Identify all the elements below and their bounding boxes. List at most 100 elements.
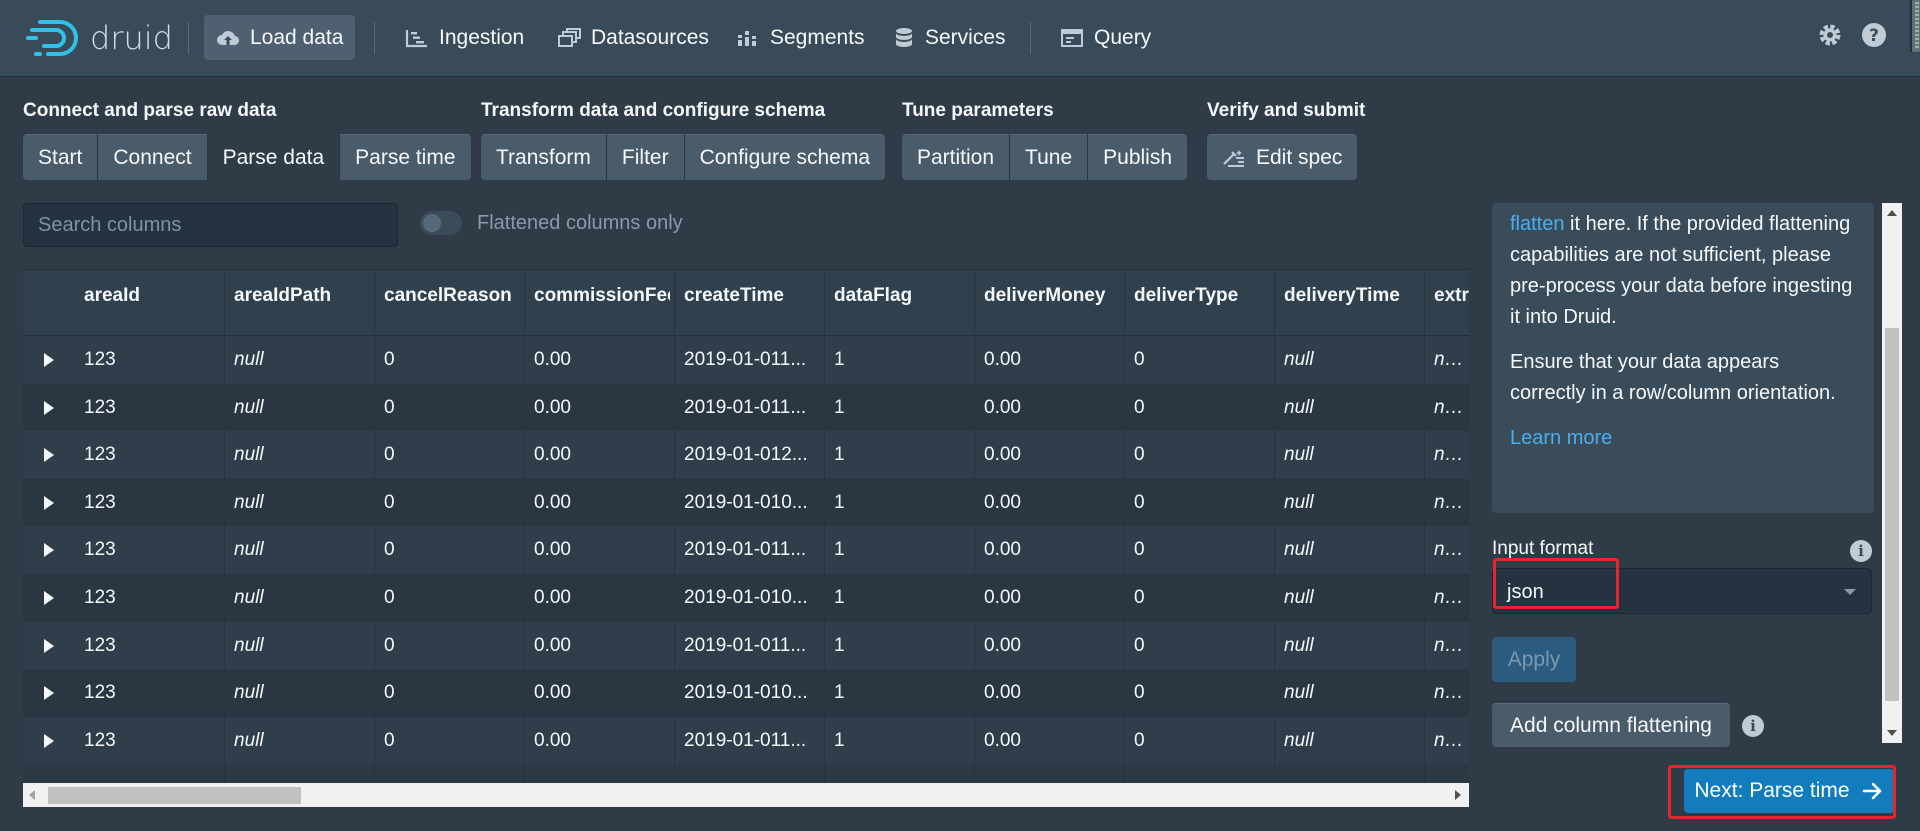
step-parse-data[interactable]: Parse data xyxy=(207,134,340,180)
database-icon xyxy=(896,27,912,47)
table-cell: 0 xyxy=(384,729,395,751)
nav-ingestion-label: Ingestion xyxy=(439,25,525,49)
column-divider xyxy=(1124,270,1125,783)
flattening-info-icon[interactable]: i xyxy=(1742,715,1764,737)
step-connect[interactable]: Connect xyxy=(98,134,207,180)
column-header[interactable]: deliverType xyxy=(1134,285,1274,307)
panel-vertical-scrollbar[interactable] xyxy=(1882,203,1902,743)
table-row[interactable]: 123 null 0 0.00 2019-01-011... 1 0.00 0 null null xyxy=(23,336,1469,384)
table-cell: 123 xyxy=(84,491,116,513)
column-header[interactable]: areaIdPath xyxy=(234,285,374,307)
table-cell: 2019-01-011... xyxy=(684,634,807,656)
table-row[interactable]: 123 null 0 0.00 2019-01-010... 1 0.00 0 null null xyxy=(23,669,1469,717)
column-header[interactable]: createTime xyxy=(684,285,824,307)
column-header[interactable]: deliveryTime xyxy=(1284,285,1424,307)
table-cell: 0.00 xyxy=(534,491,571,513)
column-header[interactable]: commissionFee xyxy=(534,285,670,307)
table-row[interactable]: 123 null 0 0.00 2019-01-011... 1 0.00 0 null null xyxy=(23,621,1469,670)
table-row[interactable]: 123 null 0 0.00 2019-01-010... 1 0.00 0 null null xyxy=(23,478,1469,527)
expand-row-icon[interactable] xyxy=(44,733,54,748)
apply-button[interactable]: Apply xyxy=(1492,637,1576,682)
step-partition[interactable]: Partition xyxy=(902,134,1010,180)
nav-load-data[interactable]: Load data xyxy=(204,15,356,60)
scroll-right-arrow-icon[interactable] xyxy=(1455,790,1461,800)
scrollbar-thumb[interactable] xyxy=(48,787,301,804)
nav-segments[interactable]: Segments xyxy=(724,15,877,60)
learn-more-link[interactable]: Learn more xyxy=(1510,423,1856,454)
expand-row-icon[interactable] xyxy=(44,543,54,558)
nav-ingestion[interactable]: Ingestion xyxy=(393,15,536,60)
expand-row-icon[interactable] xyxy=(44,638,54,653)
settings-button[interactable] xyxy=(1817,22,1843,53)
stacked-chart-icon xyxy=(738,30,756,46)
table-cell: 2019-01-011... xyxy=(684,539,807,561)
column-header[interactable]: extra xyxy=(1434,285,1469,307)
table-cell: 0 xyxy=(1134,729,1145,751)
column-header[interactable]: areaId xyxy=(84,285,224,307)
table-cell: 0.00 xyxy=(534,634,571,656)
table-cell: 1 xyxy=(834,444,845,466)
table-cell: null xyxy=(1434,634,1461,656)
step-parse-time[interactable]: Parse time xyxy=(340,134,471,180)
table-cell: 2019-01-010... xyxy=(684,491,808,513)
table-horizontal-scrollbar[interactable] xyxy=(23,783,1469,807)
table-cell: null xyxy=(1434,349,1461,370)
table-row[interactable]: 123 null 0 0.00 2019-01-011... 1 0.00 0 null null xyxy=(23,383,1469,432)
nav-services[interactable]: Services xyxy=(881,15,1018,60)
expand-row-icon[interactable] xyxy=(44,686,54,701)
table-cell: null xyxy=(1434,682,1461,704)
scroll-left-arrow-icon[interactable] xyxy=(29,790,35,800)
table-cell: 0 xyxy=(1134,634,1145,656)
step-configure-schema[interactable]: Configure schema xyxy=(684,134,885,180)
expand-row-icon[interactable] xyxy=(44,353,54,367)
expand-row-icon[interactable] xyxy=(44,448,54,463)
help-button[interactable]: ? xyxy=(1861,22,1887,53)
expand-row-icon[interactable] xyxy=(44,495,54,510)
table-cell: 0.00 xyxy=(534,729,571,751)
step-publish[interactable]: Publish xyxy=(1088,134,1188,180)
table-cell: null xyxy=(1434,396,1461,418)
table-cell: null xyxy=(1284,682,1314,704)
step-edit-spec[interactable]: Edit spec xyxy=(1207,134,1358,180)
step-tune[interactable]: Tune xyxy=(1010,134,1088,180)
next-parse-time-button[interactable]: Next: Parse time xyxy=(1684,769,1894,813)
table-cell: 2019-01-010... xyxy=(684,682,808,704)
scrollbar-thumb[interactable] xyxy=(1885,328,1899,701)
table-cell: null xyxy=(234,444,264,466)
druid-logo[interactable]: druid xyxy=(26,16,173,60)
expand-row-icon[interactable] xyxy=(44,591,54,605)
step-filter[interactable]: Filter xyxy=(606,134,684,180)
scroll-up-arrow-icon[interactable] xyxy=(1887,210,1897,216)
table-row[interactable]: 123 null 0 0.00 2019-01-011... 1 0.00 0 null null xyxy=(23,716,1469,765)
input-format-select[interactable]: json xyxy=(1492,568,1872,614)
scroll-down-arrow-icon[interactable] xyxy=(1887,730,1897,736)
table-cell: 0 xyxy=(1134,539,1145,561)
top-navbar: druid Load data Ingestion Datasources Se… xyxy=(0,0,1920,76)
nav-query[interactable]: Query xyxy=(1048,15,1163,60)
table-cell: null xyxy=(1434,444,1461,466)
step-transform[interactable]: Transform xyxy=(481,134,606,180)
table-row[interactable]: 123 null 0 0.00 2019-01-012... 1 0.00 0 null null xyxy=(23,431,1469,479)
table-cell: null xyxy=(234,491,264,513)
input-format-label: Input format xyxy=(1492,538,1594,559)
table-row[interactable]: 123 null 0 0.00 2019-01-010... 1 0.00 0 null null xyxy=(23,574,1469,622)
search-columns-input[interactable] xyxy=(23,203,398,247)
flattened-only-toggle[interactable] xyxy=(420,211,462,235)
table-cell: 1 xyxy=(834,587,845,608)
table-cell: null xyxy=(1284,491,1314,513)
column-divider xyxy=(974,270,975,783)
table-cell: 1 xyxy=(834,682,845,704)
column-divider xyxy=(1274,270,1275,783)
input-format-info-icon[interactable]: i xyxy=(1850,540,1872,562)
flatten-link[interactable]: flatten xyxy=(1510,213,1564,235)
nav-datasources[interactable]: Datasources xyxy=(545,15,721,60)
column-divider xyxy=(674,270,675,783)
column-header[interactable]: deliverMoney xyxy=(984,285,1124,307)
table-cell: 0.00 xyxy=(534,396,571,418)
table-row[interactable]: 123 null 0 0.00 2019-01-011... 1 0.00 0 null null xyxy=(23,526,1469,574)
expand-row-icon[interactable] xyxy=(44,400,54,415)
add-column-flattening-button[interactable]: Add column flattening xyxy=(1492,703,1730,747)
column-header[interactable]: cancelReason xyxy=(384,285,524,307)
column-header[interactable]: dataFlag xyxy=(834,285,974,307)
step-start[interactable]: Start xyxy=(23,134,98,180)
